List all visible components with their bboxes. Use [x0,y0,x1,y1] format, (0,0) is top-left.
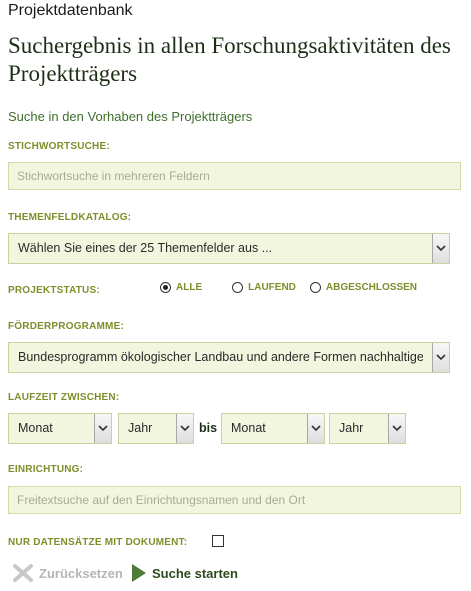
chevron-down-icon [432,343,449,372]
chevron-down-icon [176,414,193,443]
only-with-document-checkbox[interactable] [212,535,224,547]
project-status-radio-group: ALLE LAUFEND ABGESCHLOSSEN [160,282,431,293]
status-radio-all[interactable]: ALLE [160,282,202,293]
topic-catalog-value: Wählen Sie eines der 25 Themenfelder aus… [18,241,273,255]
reset-button-label: Zurücksetzen [39,565,123,581]
status-radio-completed-label: ABGESCHLOSSEN [325,282,418,293]
radio-button[interactable] [232,282,244,293]
keyword-label: STICHWORTSUCHE: [8,141,110,152]
to-year-value: Jahr [339,421,364,435]
chevron-down-icon [388,414,405,443]
keyword-input[interactable]: Stichwortsuche in mehreren Feldern [8,162,461,190]
funding-programs-label: FÖRDERPROGRAMME: [8,321,124,332]
status-radio-completed[interactable]: ABGESCHLOSSEN [309,282,418,293]
to-month-value: Monat [231,421,266,435]
funding-programs-select[interactable]: Bundesprogramm ökologischer Landbau und … [8,342,450,373]
status-radio-running-label: LAUFEND [248,282,296,293]
institution-input[interactable]: Freitextsuche auf den Einrichtungsnamen … [8,486,461,514]
radio-button-checked[interactable] [160,282,171,293]
chevron-down-icon [432,234,449,263]
topic-catalog-select[interactable]: Wählen Sie eines der 25 Themenfelder aus… [8,233,450,264]
radio-button[interactable] [309,282,321,293]
play-arrow-icon [132,564,146,582]
chevron-down-icon [307,414,324,443]
from-year-select[interactable]: Jahr [118,413,194,444]
from-month-value: Monat [18,421,53,435]
status-radio-running[interactable]: LAUFEND [232,282,296,293]
project-status-label: PROJEKTSTATUS: [8,285,100,296]
duration-between-label: bis [199,421,218,435]
only-with-document-label: NUR DATENSÄTZE MIT DOKUMENT: [8,537,188,548]
search-button-label: Suche starten [152,565,238,581]
institution-label: EINRICHTUNG: [8,464,84,475]
close-icon [13,564,33,582]
to-month-select[interactable]: Monat [221,413,325,444]
from-month-select[interactable]: Monat [8,413,112,444]
chevron-down-icon [94,414,111,443]
topic-catalog-label: THEMENFELDKATALOG: [8,212,132,223]
duration-label: LAUFZEIT ZWISCHEN: [8,392,120,403]
to-year-select[interactable]: Jahr [329,413,406,444]
funding-programs-value: Bundesprogramm ökologischer Landbau und … [18,350,423,364]
from-year-value: Jahr [128,421,153,435]
search-button[interactable]: Suche starten [131,563,238,583]
page-title: Suchergebnis in allen Forschungsaktivitä… [8,33,451,86]
page-subtitle: Suche in den Vorhaben des Projektträgers [8,109,253,124]
site-title: Projektdatenbank [8,2,133,19]
reset-button[interactable]: Zurücksetzen [12,563,123,583]
status-radio-all-label: ALLE [176,282,203,293]
